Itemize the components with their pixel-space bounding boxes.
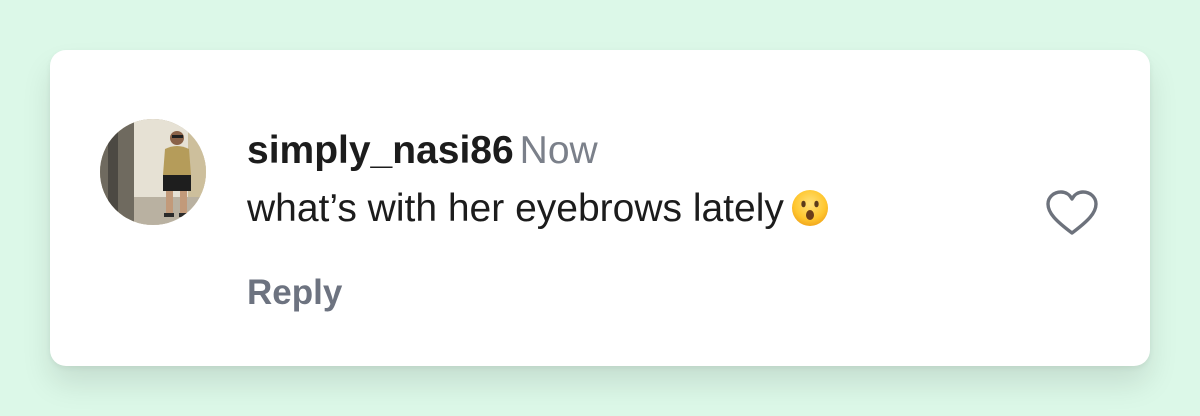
comment-text-line: what’s with her eyebrows lately bbox=[247, 186, 830, 239]
surprised-face-icon bbox=[790, 188, 830, 239]
comment-card: simply_nasi86 Now what’s with her eyebrow… bbox=[50, 50, 1150, 366]
avatar-photo bbox=[100, 119, 206, 225]
timestamp: Now bbox=[519, 129, 598, 172]
comment-body: simply_nasi86 Now what’s with her eyebrow… bbox=[247, 128, 830, 239]
comment-text: what’s with her eyebrows lately bbox=[247, 187, 784, 230]
avatar[interactable] bbox=[100, 119, 206, 225]
heart-outline-icon bbox=[1046, 190, 1098, 235]
username[interactable]: simply_nasi86 bbox=[247, 129, 514, 172]
comment-header: simply_nasi86 Now bbox=[247, 128, 830, 174]
like-button[interactable] bbox=[1044, 188, 1100, 238]
reply-button[interactable]: Reply bbox=[247, 272, 342, 314]
